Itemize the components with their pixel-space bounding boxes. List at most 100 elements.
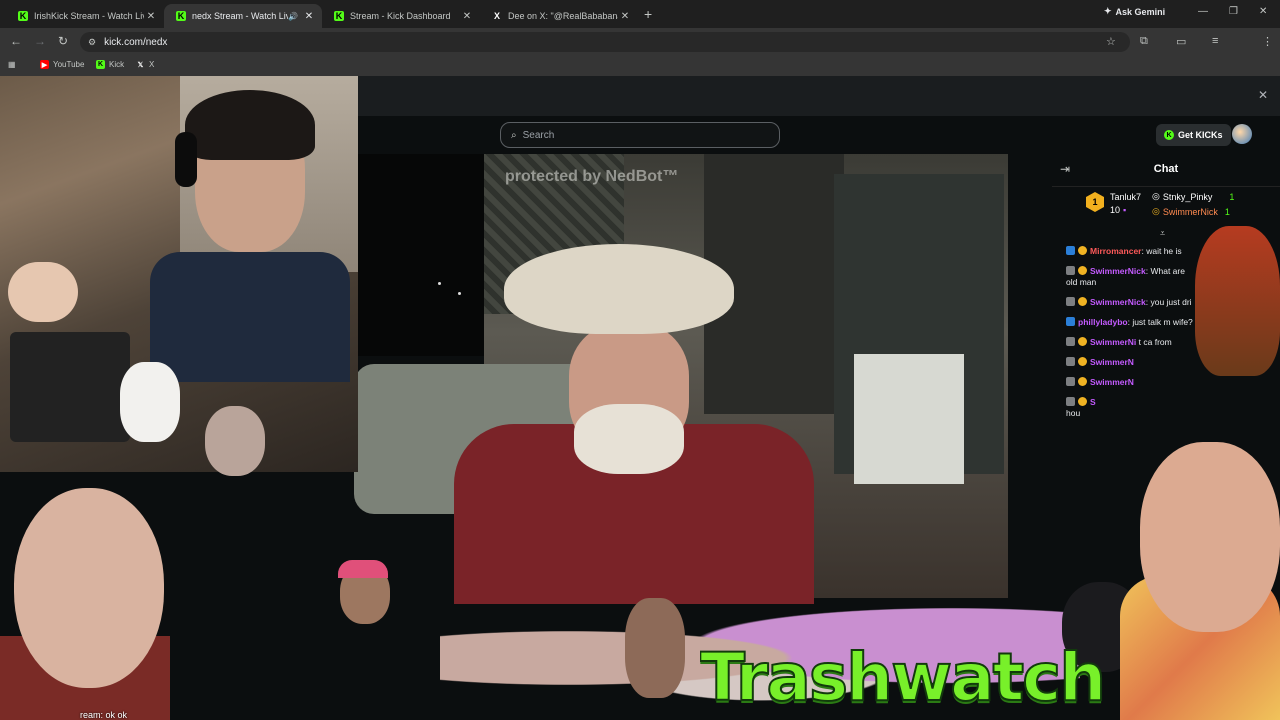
stream-video[interactable] xyxy=(354,154,1008,604)
badge-icon xyxy=(1066,297,1075,306)
forward-icon[interactable]: → xyxy=(34,34,46,48)
ask-gemini-button[interactable]: ✦ Ask Gemini xyxy=(1104,6,1165,17)
smiling-man-overlay xyxy=(1140,442,1280,632)
kick-favicon-icon: K xyxy=(18,11,28,21)
chat-username[interactable]: SwimmerNick xyxy=(1090,266,1146,276)
white-beard xyxy=(574,404,684,474)
ask-gemini-label: Ask Gemini xyxy=(1115,6,1166,17)
rooster-overlay xyxy=(1195,226,1280,376)
restore-icon[interactable]: ❐ xyxy=(1229,6,1238,17)
badge-icon xyxy=(1078,337,1087,346)
extensions-icon[interactable]: ⧉ xyxy=(1140,35,1148,48)
rank-medal-icon: ◎ xyxy=(1152,206,1160,216)
pink-cap-overlay xyxy=(338,560,388,578)
reload-icon[interactable]: ↻ xyxy=(58,34,68,48)
rank-one-badge: 1 xyxy=(1086,192,1104,212)
badge-icon xyxy=(1078,357,1087,366)
badge-icon xyxy=(1078,266,1087,275)
cast-icon[interactable]: ▭ xyxy=(1176,35,1186,48)
leaderboard-name: SwimmerNick xyxy=(1162,206,1218,217)
page-content: ✕ ⌕ Search K Get KICKs protected by NedB… xyxy=(0,76,1280,720)
grey-haired-man-overlay xyxy=(205,406,265,476)
tab-kick-dashboard[interactable]: K Stream - Kick Dashboard ✕ xyxy=(322,4,480,28)
chat-text: : What are xyxy=(1145,266,1185,276)
chat-username[interactable]: SwimmerNi xyxy=(1090,337,1136,347)
bookmark-kick[interactable]: K Kick xyxy=(96,60,124,69)
webcam-person-hair xyxy=(185,90,315,160)
chat-text: : just talk m wife? xyxy=(1127,317,1193,327)
tab-irishkick[interactable]: K IrishKick Stream - Watch Live o ✕ xyxy=(6,4,164,28)
webcam-person-body xyxy=(150,252,350,382)
leaderboard-count: 1 xyxy=(1229,191,1235,202)
cowboy-hat xyxy=(504,244,734,334)
headphones xyxy=(175,132,197,187)
tab-title: IrishKick Stream - Watch Live o xyxy=(34,11,144,21)
tab-title: Dee on X: "@RealBababanaras xyxy=(508,11,618,21)
leaderboard-top-name[interactable]: Tanluk7 xyxy=(1110,192,1141,202)
chat-message[interactable]: SwimmerN xyxy=(1066,377,1276,388)
tab-close-icon[interactable]: ✕ xyxy=(618,11,632,22)
bookmark-star-icon[interactable]: ☆ xyxy=(1106,35,1116,48)
bookmarks-bar: ▦ ▶ YouTube K Kick 𝕏 X xyxy=(0,56,1280,77)
audio-playing-icon[interactable]: 🔊 xyxy=(288,12,298,21)
chat-text: t ca from xyxy=(1136,337,1172,347)
media-control-icon[interactable]: ≡ xyxy=(1212,35,1218,47)
bookmark-x[interactable]: 𝕏 X xyxy=(136,60,155,69)
tab-close-icon[interactable]: ✕ xyxy=(302,11,316,22)
chat-message[interactable]: Shou xyxy=(1066,397,1276,419)
browser-tab-bar: K IrishKick Stream - Watch Live o ✕ K ne… xyxy=(0,0,1280,28)
star-dot xyxy=(438,282,441,285)
tab-close-icon[interactable]: ✕ xyxy=(460,11,474,22)
badge-icon xyxy=(1078,246,1087,255)
chat-username[interactable]: phillyladybo xyxy=(1078,317,1128,327)
expand-leaderboard-icon[interactable]: ⩡ xyxy=(1160,228,1165,239)
back-icon[interactable]: ← xyxy=(10,34,22,48)
bookmark-label: YouTube xyxy=(53,60,85,69)
minimize-icon[interactable]: — xyxy=(1198,6,1208,17)
bookmark-label: Kick xyxy=(109,60,125,69)
tab-x-post[interactable]: X Dee on X: "@RealBababanaras ✕ xyxy=(480,4,638,28)
kick-icon: K xyxy=(96,60,105,69)
chat-username[interactable]: SwimmerNick xyxy=(1090,297,1146,307)
site-info-icon[interactable]: ⚙ xyxy=(88,37,96,48)
chat-text-continuation: old man xyxy=(1066,277,1097,287)
badge-icon xyxy=(1078,377,1087,386)
banner-close-icon[interactable]: ✕ xyxy=(1258,88,1268,102)
user-avatar[interactable] xyxy=(1232,124,1252,144)
apps-grid-icon[interactable]: ▦ xyxy=(8,60,16,69)
badge-icon xyxy=(1066,317,1075,326)
search-input[interactable]: ⌕ Search xyxy=(500,122,780,148)
tab-nedx[interactable]: K nedx Stream - Watch Live o 🔊 ✕ xyxy=(164,4,322,28)
menu-kebab-icon[interactable]: ⋮ xyxy=(1262,35,1273,48)
leaderboard-top-count: 10 ▪ xyxy=(1110,205,1126,215)
bookmark-youtube[interactable]: ▶ YouTube xyxy=(40,60,84,69)
get-kicks-button[interactable]: K Get KICKs xyxy=(1156,124,1231,146)
chat-text: : you just dri xyxy=(1145,297,1192,307)
trashwatch-logo: Trashwatch xyxy=(700,638,1107,717)
x-favicon-icon: X xyxy=(493,11,500,21)
sunglasses-man-overlay xyxy=(625,598,685,698)
bookmark-label: X xyxy=(149,60,155,69)
x-icon: 𝕏 xyxy=(137,61,144,69)
badge-icon xyxy=(1066,246,1075,255)
window-close-icon[interactable]: ✕ xyxy=(1259,6,1267,17)
bald-man-overlay xyxy=(14,488,164,688)
kick-favicon-icon: K xyxy=(176,11,186,21)
chat-text: : wait he is xyxy=(1141,246,1182,256)
tab-close-icon[interactable]: ✕ xyxy=(144,11,158,22)
address-bar[interactable]: ⚙ kick.com/nedx xyxy=(80,32,1130,52)
badge-icon xyxy=(1078,297,1087,306)
chat-username[interactable]: S xyxy=(1090,397,1096,407)
count-value: 10 xyxy=(1110,205,1121,215)
leaderboard-entry[interactable]: ◎ SwimmerNick 1 xyxy=(1152,206,1230,217)
nedbot-watermark: protected by NedBot™ xyxy=(505,168,679,185)
chat-username[interactable]: Mirromancer xyxy=(1090,246,1142,256)
leaderboard-entry[interactable]: ◎ Stnky_Pinky 1 xyxy=(1152,191,1234,202)
badge-icon xyxy=(1066,357,1075,366)
chat-username[interactable]: SwimmerN xyxy=(1090,357,1134,367)
chat-username[interactable]: SwimmerN xyxy=(1090,377,1134,387)
plush-toys xyxy=(8,262,78,322)
kicks-coin-icon: K xyxy=(1164,130,1174,140)
new-tab-icon[interactable]: + xyxy=(644,6,652,22)
tab-title: Stream - Kick Dashboard xyxy=(350,11,451,21)
